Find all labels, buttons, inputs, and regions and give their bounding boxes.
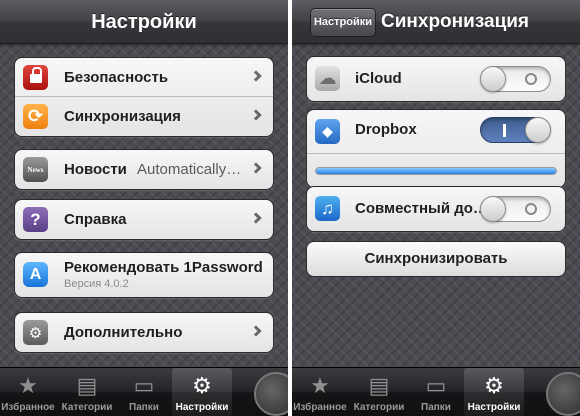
sync-progress-fill xyxy=(316,168,556,174)
tab-bar: ★ Избранное ▤ Категории ▭ Папки ⚙ Настро… xyxy=(0,367,288,416)
help-icon: ? xyxy=(23,207,48,232)
settings-screen: Настройки Безопасность ⟳ Синхронизация N… xyxy=(0,0,288,416)
dropbox-icon: ◆ xyxy=(315,119,340,144)
folder-icon: ▭ xyxy=(133,373,155,398)
lock-icon xyxy=(23,65,48,90)
appstore-icon: A xyxy=(23,262,48,287)
dropbox-toggle[interactable] xyxy=(480,117,551,143)
sync-group-shared: ♫ Совместный до… xyxy=(306,186,566,232)
tab-folders[interactable]: ▭ Папки xyxy=(118,368,170,416)
star-icon: ★ xyxy=(18,373,38,398)
music-note-icon: ♫ xyxy=(315,196,340,221)
settings-item-recommend[interactable]: A Рекомендовать 1Password Версия 4.0.2 xyxy=(15,253,273,297)
gear-icon: ⚙ xyxy=(484,373,504,398)
sync-item-dropbox: ◆ Dropbox xyxy=(307,110,565,154)
tab-label: Папки xyxy=(421,402,451,413)
cabinet-icon: ▤ xyxy=(76,373,98,398)
icloud-icon: ☁ xyxy=(315,66,340,91)
lock-app-button[interactable] xyxy=(546,372,580,416)
tab-label: Категории xyxy=(61,402,113,413)
settings-group-help: ? Справка xyxy=(14,199,274,240)
settings-item-security[interactable]: Безопасность xyxy=(15,58,273,97)
sync-icon: ⟳ xyxy=(23,104,48,129)
sync-item-label: Совместный до… xyxy=(355,200,488,217)
tab-favorites[interactable]: ★ Избранное xyxy=(292,368,348,416)
gears-icon: ⚙ xyxy=(23,320,48,345)
settings-item-value: Automatically… xyxy=(137,161,242,178)
cabinet-icon: ▤ xyxy=(368,373,390,398)
navbar: Настройки Синхронизация xyxy=(292,0,580,44)
chevron-right-icon xyxy=(250,325,262,337)
tab-categories[interactable]: ▤ Категории xyxy=(350,368,408,416)
version-label: Версия 4.0.2 xyxy=(64,278,129,290)
icloud-toggle[interactable] xyxy=(480,66,551,92)
chevron-right-icon xyxy=(250,162,262,174)
back-button-label: Настройки xyxy=(313,16,373,28)
tab-label: Папки xyxy=(129,402,159,413)
tab-folders[interactable]: ▭ Папки xyxy=(410,368,462,416)
sync-progress-bar xyxy=(315,167,557,175)
chevron-right-icon xyxy=(250,70,262,82)
settings-group-security-sync: Безопасность ⟳ Синхронизация xyxy=(14,57,274,137)
settings-item-sync[interactable]: ⟳ Синхронизация xyxy=(15,97,273,136)
chevron-right-icon xyxy=(250,109,262,121)
tab-label: Избранное xyxy=(293,402,347,413)
settings-group-recommend: A Рекомендовать 1Password Версия 4.0.2 xyxy=(14,252,274,298)
settings-group-advanced: ⚙ Дополнительно xyxy=(14,312,274,353)
tab-label: Настройки xyxy=(467,402,521,413)
tab-categories[interactable]: ▤ Категории xyxy=(58,368,116,416)
lock-app-button[interactable] xyxy=(254,372,288,416)
sync-progress-row xyxy=(307,154,565,187)
sync-group-icloud: ☁ iCloud xyxy=(306,56,566,102)
sync-item-label: Dropbox xyxy=(355,121,417,138)
settings-item-news[interactable]: News Новости Automatically… xyxy=(15,150,273,189)
sync-item-shared: ♫ Совместный до… xyxy=(307,187,565,231)
settings-item-label: Рекомендовать 1Password xyxy=(64,259,263,276)
tab-label: Настройки xyxy=(175,402,229,413)
settings-item-help[interactable]: ? Справка xyxy=(15,200,273,239)
sync-item-icloud: ☁ iCloud xyxy=(307,57,565,101)
settings-group-news: News Новости Automatically… xyxy=(14,149,274,190)
page-title: Настройки xyxy=(91,11,197,33)
tab-label: Категории xyxy=(353,402,405,413)
star-icon: ★ xyxy=(310,373,330,398)
tab-label: Избранное xyxy=(1,402,55,413)
settings-item-label: Дополнительно xyxy=(64,324,183,341)
news-icon: News xyxy=(23,157,48,182)
folder-icon: ▭ xyxy=(425,373,447,398)
settings-item-label: Синхронизация xyxy=(64,108,181,125)
sync-screen: Настройки Синхронизация ☁ iCloud ◆ Dropb… xyxy=(292,0,580,416)
gear-icon: ⚙ xyxy=(192,373,212,398)
shared-toggle[interactable] xyxy=(480,196,551,222)
sync-item-label: iCloud xyxy=(355,70,402,87)
tab-favorites[interactable]: ★ Избранное xyxy=(0,368,56,416)
chevron-right-icon xyxy=(250,212,262,224)
settings-item-label: Безопасность xyxy=(64,69,169,86)
page-title: Синхронизация xyxy=(381,11,530,32)
sync-now-button[interactable]: Синхронизировать xyxy=(306,241,566,277)
tab-settings[interactable]: ⚙ Настройки xyxy=(172,368,232,416)
settings-item-label: Новости xyxy=(64,161,127,178)
navbar: Настройки xyxy=(0,0,288,44)
sync-group-dropbox: ◆ Dropbox xyxy=(306,109,566,188)
settings-item-label: Справка xyxy=(64,211,127,228)
settings-item-advanced[interactable]: ⚙ Дополнительно xyxy=(15,313,273,352)
back-button[interactable]: Настройки xyxy=(310,8,376,37)
tab-bar: ★ Избранное ▤ Категории ▭ Папки ⚙ Настро… xyxy=(292,367,580,416)
tab-settings[interactable]: ⚙ Настройки xyxy=(464,368,524,416)
